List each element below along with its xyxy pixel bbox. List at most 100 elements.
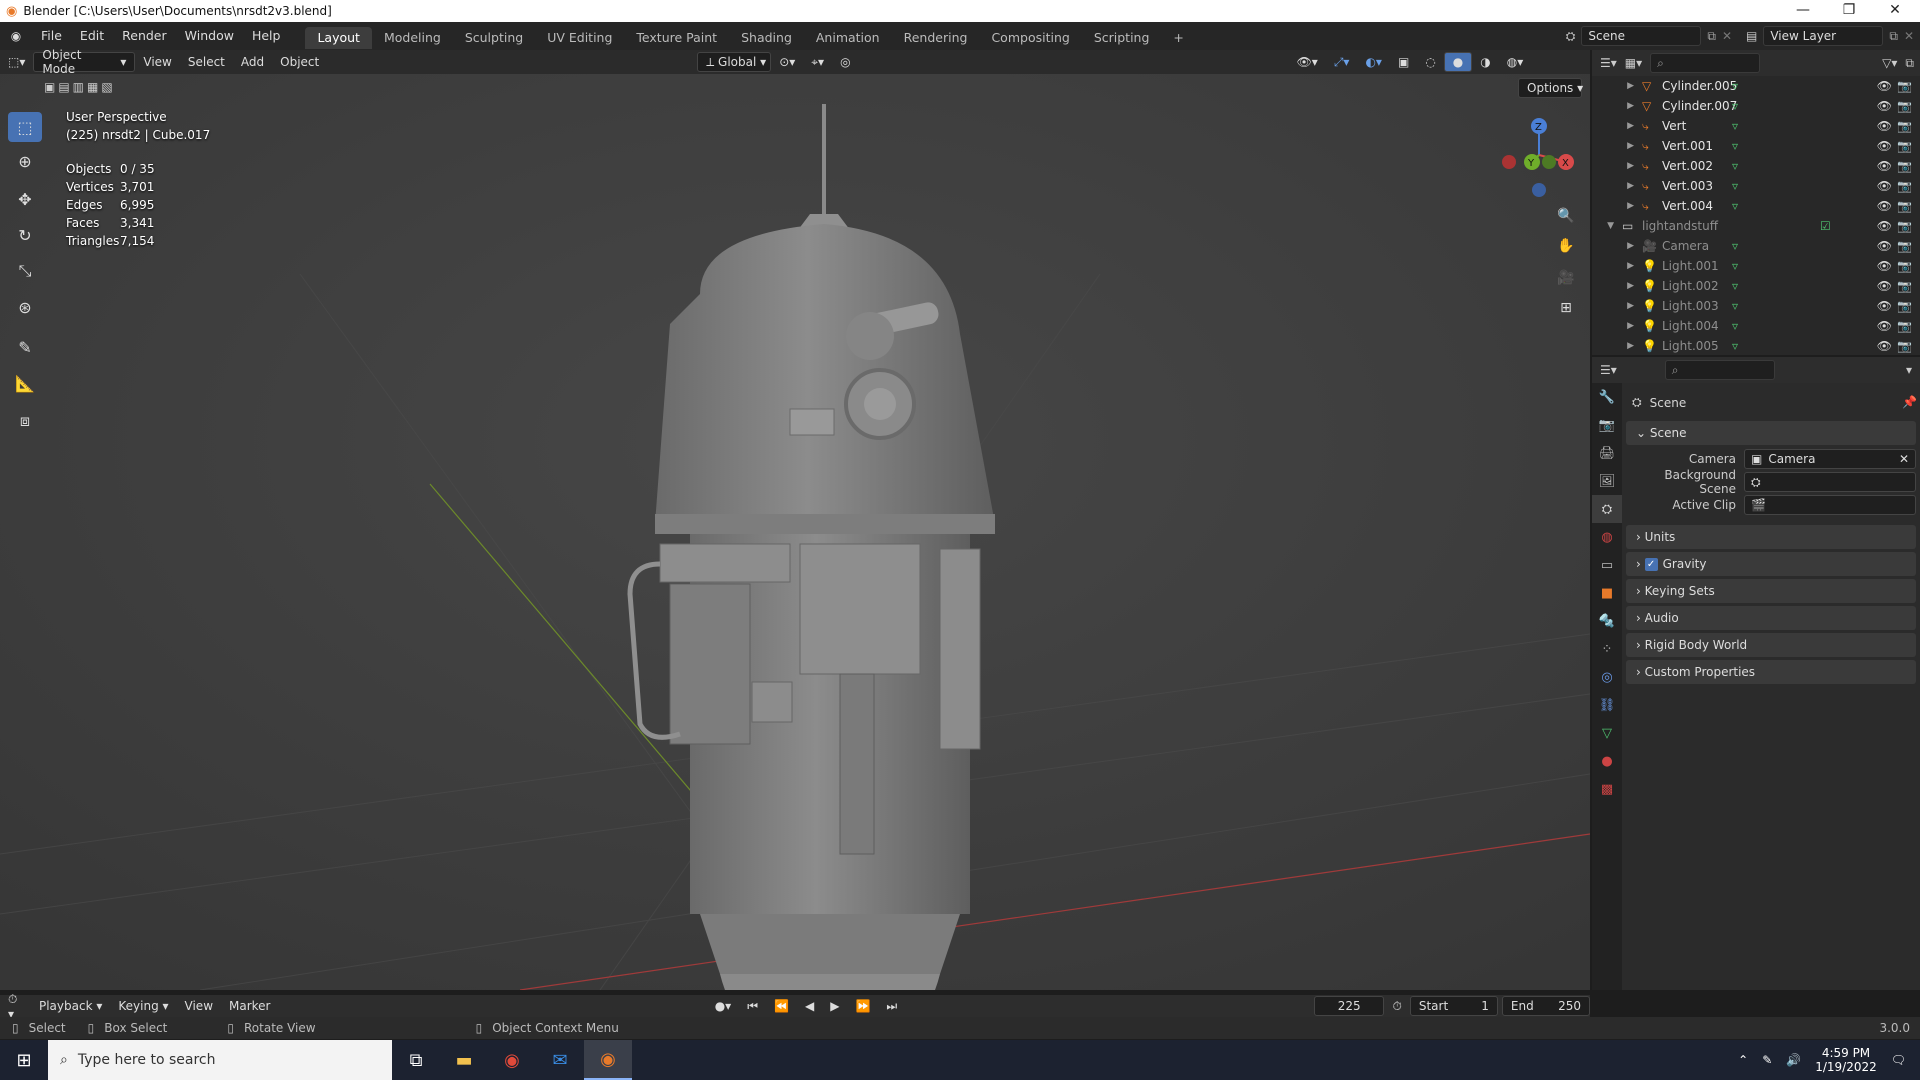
pen-icon[interactable]: ✎	[1762, 1053, 1772, 1067]
overlay-toggle-icon[interactable]: ◐▾	[1357, 52, 1390, 72]
tab-scripting[interactable]: Scripting	[1082, 27, 1162, 49]
data-icon[interactable]: ▿	[1732, 339, 1738, 353]
camera-field[interactable]: ▣ Camera ✕	[1744, 449, 1916, 469]
render-camera-icon[interactable]: 📷	[1897, 99, 1912, 113]
view-layer-tab-icon[interactable]: 🖼	[1592, 467, 1622, 495]
annotate-tool[interactable]: ✎	[8, 332, 42, 362]
outliner-row[interactable]: ▶ 💡 Light.003 ▿ 👁 📷	[1592, 296, 1920, 316]
outliner-row[interactable]: ▶ 💡 Light.004 ▿ 👁 📷	[1592, 316, 1920, 336]
tab-sculpting[interactable]: Sculpting	[453, 27, 535, 49]
restore-button[interactable]: ❐	[1826, 0, 1872, 22]
scale-tool[interactable]: ⤡	[8, 256, 42, 286]
new-view-layer-icon[interactable]: ⧉	[1889, 29, 1898, 44]
prev-keyframe-icon[interactable]: ⏪	[766, 996, 797, 1016]
current-frame-field[interactable]: 225	[1313, 996, 1385, 1016]
outliner-row[interactable]: ▶ ▽ Cylinder.007 ▿ 👁 📷	[1592, 96, 1920, 116]
texture-tab-icon[interactable]: ▩	[1592, 775, 1622, 803]
data-icon[interactable]: ▿	[1732, 139, 1738, 153]
active-clip-field[interactable]: 🎬	[1744, 495, 1916, 515]
data-icon[interactable]: ▿	[1732, 119, 1738, 133]
properties-editor-icon[interactable]: ☰▾	[1600, 363, 1617, 377]
render-camera-icon[interactable]: 📷	[1897, 159, 1912, 173]
outliner-row[interactable]: ▶ ⤷ Vert.003 ▿ 👁 📷	[1592, 176, 1920, 196]
render-camera-icon[interactable]: 📷	[1897, 279, 1912, 293]
visibility-eye-icon[interactable]: 👁	[1877, 179, 1892, 193]
editor-type-icon[interactable]: ⬚▾	[0, 52, 33, 72]
render-camera-icon[interactable]: 📷	[1897, 239, 1912, 253]
visibility-eye-icon[interactable]: 👁	[1877, 139, 1892, 153]
jump-start-icon[interactable]: ⏮	[739, 996, 766, 1016]
outliner-row[interactable]: ▶ ⤷ Vert ▿ 👁 📷	[1592, 116, 1920, 136]
tab-rendering[interactable]: Rendering	[892, 27, 980, 49]
gizmo-neg-x[interactable]	[1502, 155, 1516, 169]
render-camera-icon[interactable]: 📷	[1897, 299, 1912, 313]
outliner-row[interactable]: ▼ ▭ lightandstuff ☑ 👁 📷	[1592, 216, 1920, 236]
expand-arrow-icon[interactable]: ▶	[1592, 201, 1642, 211]
expand-arrow-icon[interactable]: ▶	[1592, 141, 1642, 151]
clear-icon[interactable]: ✕	[1899, 452, 1909, 466]
visibility-eye-icon[interactable]: 👁	[1877, 279, 1892, 293]
rendered-shading-icon[interactable]: ◍▾	[1499, 52, 1532, 72]
menu-object[interactable]: Object	[272, 52, 327, 72]
menu-help[interactable]: Help	[243, 22, 290, 50]
outliner-row[interactable]: ▶ ⤷ Vert.004 ▿ 👁 📷	[1592, 196, 1920, 216]
data-icon[interactable]: ▿	[1732, 299, 1738, 313]
minimize-button[interactable]: —	[1780, 0, 1826, 22]
options-chevron-icon[interactable]: ▾	[1906, 363, 1912, 377]
tool-tab-icon[interactable]: 🔧	[1592, 383, 1622, 411]
data-icon[interactable]: ▿	[1732, 199, 1738, 213]
expand-arrow-icon[interactable]: ▶	[1592, 261, 1642, 271]
scene-panel-header[interactable]: ⌄ Scene	[1626, 421, 1916, 445]
transform-tool[interactable]: ⊛	[8, 292, 42, 322]
new-collection-icon[interactable]: ⧉	[1905, 56, 1914, 71]
preview-range-icon[interactable]: ⏱	[1384, 996, 1409, 1016]
outliner-editor-icon[interactable]: ☰▾	[1600, 56, 1617, 70]
blender-taskbar-icon[interactable]: ◉	[584, 1040, 632, 1080]
move-tool[interactable]: ✥	[8, 184, 42, 214]
visibility-eye-icon[interactable]: 👁	[1877, 239, 1892, 253]
scene-icon[interactable]: ⛭	[1566, 29, 1576, 44]
outliner-row[interactable]: ▶ ⤷ Vert.001 ▿ 👁 📷	[1592, 136, 1920, 156]
render-tab-icon[interactable]: 📷	[1592, 411, 1622, 439]
units-panel[interactable]: › Units	[1626, 525, 1916, 549]
render-camera-icon[interactable]: 📷	[1897, 199, 1912, 213]
taskbar-search-input[interactable]: ⌕ Type here to search	[48, 1040, 392, 1080]
end-frame-field[interactable]: End 250	[1501, 996, 1590, 1016]
selection-mode-icons[interactable]: ▣▤▥▦▧	[44, 80, 116, 94]
background-scene-field[interactable]: ⛭	[1744, 472, 1916, 492]
render-camera-icon[interactable]: 📷	[1897, 219, 1912, 233]
data-icon[interactable]: ▿	[1732, 99, 1738, 113]
expand-arrow-icon[interactable]: ▶	[1592, 321, 1642, 331]
marker-menu[interactable]: Marker	[221, 996, 278, 1016]
expand-arrow-icon[interactable]: ▶	[1592, 341, 1642, 351]
visibility-eye-icon[interactable]: 👁	[1877, 319, 1892, 333]
menu-add[interactable]: Add	[233, 52, 272, 72]
render-camera-icon[interactable]: 📷	[1897, 119, 1912, 133]
expand-arrow-icon[interactable]: ▶	[1592, 121, 1642, 131]
pan-hand-icon[interactable]: ✋	[1552, 232, 1580, 260]
render-camera-icon[interactable]: 📷	[1897, 79, 1912, 93]
expand-arrow-icon[interactable]: ▶	[1592, 241, 1642, 251]
expand-arrow-icon[interactable]: ▶	[1592, 281, 1642, 291]
render-camera-icon[interactable]: 📷	[1897, 319, 1912, 333]
navigation-gizmo[interactable]: Z X Y	[1494, 110, 1584, 200]
start-frame-field[interactable]: Start 1	[1409, 996, 1498, 1016]
auto-keying-icon[interactable]: ●▾	[707, 996, 740, 1016]
cursor-tool[interactable]: ⊕	[8, 146, 42, 176]
solid-shading-icon[interactable]: ●	[1443, 52, 1473, 72]
render-camera-icon[interactable]: 📷	[1897, 259, 1912, 273]
pin-icon[interactable]: 📌	[1902, 395, 1917, 409]
data-icon[interactable]: ▿	[1732, 79, 1738, 93]
camera-view-icon[interactable]: 🎥	[1552, 264, 1580, 292]
visibility-eye-icon[interactable]: 👁	[1877, 199, 1892, 213]
ortho-grid-icon[interactable]: ⊞	[1552, 294, 1580, 322]
collection-tab-icon[interactable]: ▭	[1592, 551, 1622, 579]
keying-sets-panel[interactable]: › Keying Sets	[1626, 579, 1916, 603]
expand-arrow-icon[interactable]: ▶	[1592, 301, 1642, 311]
expand-arrow-icon[interactable]: ▶	[1592, 101, 1642, 111]
scene-tab-icon[interactable]: ⛭	[1592, 495, 1622, 523]
exclude-checkbox[interactable]: ☑	[1820, 219, 1831, 233]
pivot-point-icon[interactable]: ⊙▾	[771, 52, 803, 72]
select-box-tool[interactable]: ⬚	[8, 112, 42, 142]
data-icon[interactable]: ▿	[1732, 179, 1738, 193]
